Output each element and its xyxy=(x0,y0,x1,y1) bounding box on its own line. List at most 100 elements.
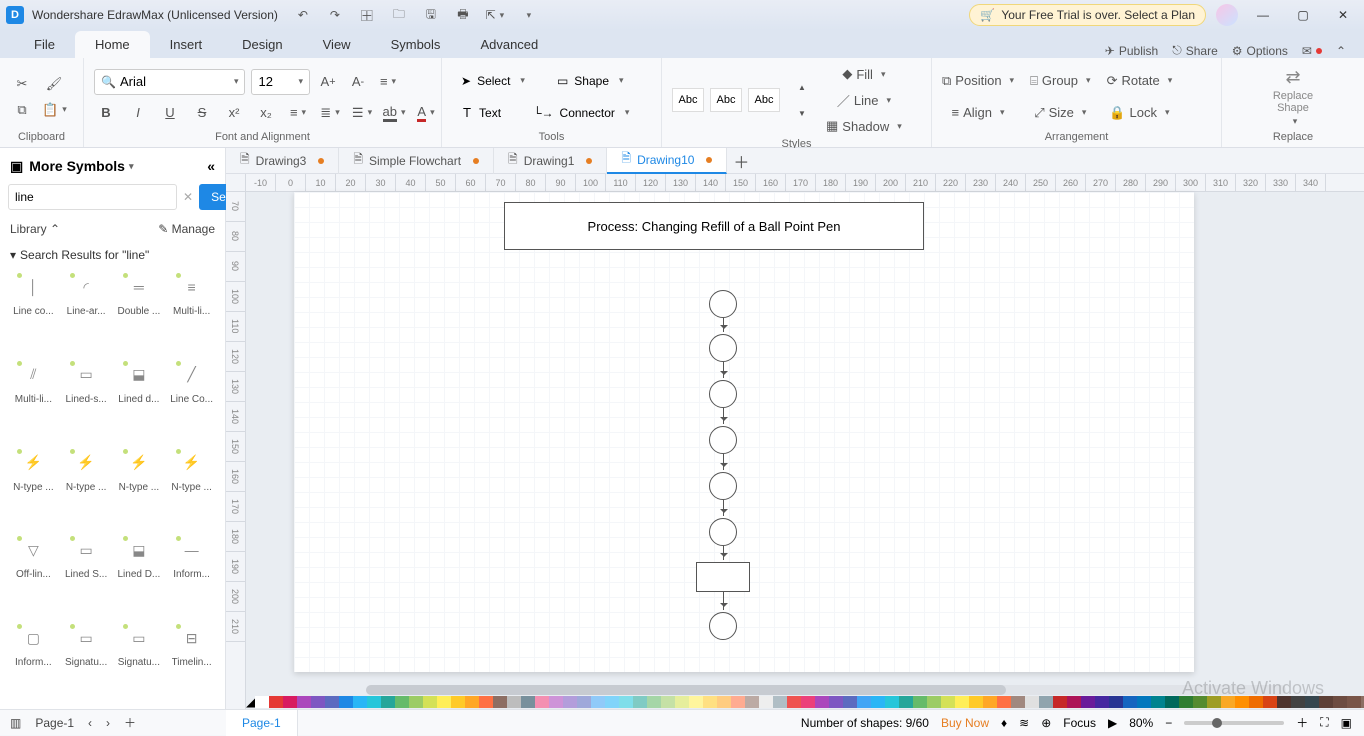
numbering-button[interactable]: ☰▾ xyxy=(350,101,374,125)
new-button[interactable]: ＋⃞ xyxy=(356,4,378,26)
color-swatch[interactable] xyxy=(535,696,549,708)
color-swatch[interactable] xyxy=(745,696,759,708)
flow-connector[interactable] xyxy=(723,592,724,610)
flow-node-4[interactable] xyxy=(709,426,737,454)
shape-item[interactable]: ▢Inform... xyxy=(8,621,59,705)
color-swatch[interactable] xyxy=(1053,696,1067,708)
flow-node-8[interactable] xyxy=(709,612,737,640)
cut-button[interactable]: ✂ xyxy=(10,72,34,96)
color-swatch[interactable] xyxy=(1319,696,1333,708)
paste-button[interactable]: 📋▾ xyxy=(42,98,67,122)
strikethrough-button[interactable]: S xyxy=(190,101,214,125)
color-swatch[interactable] xyxy=(1263,696,1277,708)
color-swatch[interactable] xyxy=(773,696,787,708)
subscript-button[interactable]: x₂ xyxy=(254,101,278,125)
shape-item[interactable]: ⚡N-type ... xyxy=(166,446,217,530)
color-swatch[interactable] xyxy=(759,696,773,708)
color-swatch[interactable] xyxy=(1193,696,1207,708)
shape-item[interactable]: ⫽Multi-li... xyxy=(8,358,59,442)
menu-tab-design[interactable]: Design xyxy=(222,31,302,58)
color-swatch[interactable] xyxy=(927,696,941,708)
color-swatch[interactable] xyxy=(437,696,451,708)
shape-item[interactable]: ≡Multi-li... xyxy=(166,270,217,354)
maximize-button[interactable]: ▢ xyxy=(1288,3,1318,27)
shape-item[interactable]: ▭Signatu... xyxy=(114,621,165,705)
color-swatch[interactable] xyxy=(507,696,521,708)
color-swatch[interactable] xyxy=(1067,696,1081,708)
color-swatch[interactable] xyxy=(1179,696,1193,708)
color-swatch[interactable] xyxy=(395,696,409,708)
color-swatch[interactable] xyxy=(605,696,619,708)
clear-search-button[interactable]: ✕ xyxy=(183,190,193,204)
color-swatch[interactable] xyxy=(689,696,703,708)
save-button[interactable]: 🖫 xyxy=(420,4,442,26)
color-swatch[interactable] xyxy=(885,696,899,708)
shape-item[interactable]: ⬓Lined D... xyxy=(114,533,165,617)
connector-tool[interactable]: └→Connector▾ xyxy=(524,99,638,127)
canvas[interactable]: -100102030405060708090100110120130140150… xyxy=(226,174,1364,709)
shape-item[interactable]: ⬓Lined d... xyxy=(114,358,165,442)
color-swatch[interactable] xyxy=(311,696,325,708)
doc-tab-drawing3[interactable]: 🗎Drawing3 xyxy=(226,148,339,174)
process-title-box[interactable]: Process: Changing Refill of a Ball Point… xyxy=(504,202,924,250)
color-swatch[interactable] xyxy=(717,696,731,708)
style-preset-3[interactable]: Abc xyxy=(748,88,780,112)
color-swatch[interactable] xyxy=(969,696,983,708)
focus-label[interactable]: Focus xyxy=(1063,716,1096,730)
align-text-button[interactable]: ≡▾ xyxy=(376,70,400,94)
color-swatch[interactable] xyxy=(983,696,997,708)
doc-tab-drawing1[interactable]: 🗎Drawing1 xyxy=(494,148,607,174)
scrollbar-thumb[interactable] xyxy=(366,685,1006,695)
color-swatch[interactable] xyxy=(1347,696,1361,708)
add-page-button[interactable]: ＋ xyxy=(124,714,136,731)
fullscreen-button[interactable]: ▣ xyxy=(1341,716,1352,730)
bold-button[interactable]: B xyxy=(94,101,118,125)
style-preset-1[interactable]: Abc xyxy=(672,88,704,112)
layers-icon[interactable]: ≋ xyxy=(1019,716,1029,730)
color-swatch[interactable] xyxy=(997,696,1011,708)
color-swatch[interactable] xyxy=(899,696,913,708)
publish-button[interactable]: ✈Publish xyxy=(1105,44,1158,58)
shape-item[interactable]: ⚡N-type ... xyxy=(114,446,165,530)
font-color-button[interactable]: A▾ xyxy=(414,101,438,125)
flow-node-1[interactable] xyxy=(709,290,737,318)
replace-shape-button[interactable]: ⇄ Replace Shape ▾ xyxy=(1273,67,1313,127)
close-button[interactable]: ✕ xyxy=(1328,3,1358,27)
share-button[interactable]: ⎋Share xyxy=(1172,43,1218,58)
flow-node-2[interactable] xyxy=(709,334,737,362)
page-tab-1[interactable]: Page-1 xyxy=(226,710,298,736)
eyedropper-icon[interactable]: ◢ xyxy=(246,695,255,709)
align-button[interactable]: ≡Align▾ xyxy=(942,101,1014,125)
color-swatch[interactable] xyxy=(325,696,339,708)
zoom-out-button[interactable]: − xyxy=(1165,716,1172,730)
print-button[interactable]: 🖶 xyxy=(452,4,474,26)
select-tool[interactable]: ➤Select▾ xyxy=(452,67,534,95)
copy-button[interactable]: ⧉ xyxy=(10,98,34,122)
menu-tab-view[interactable]: View xyxy=(303,31,371,58)
zoom-thumb[interactable] xyxy=(1212,718,1222,728)
flow-node-6[interactable] xyxy=(709,518,737,546)
flow-connector[interactable] xyxy=(723,408,724,424)
color-swatch[interactable] xyxy=(1123,696,1137,708)
color-swatch[interactable] xyxy=(423,696,437,708)
shape-item[interactable]: │Line co... xyxy=(8,270,59,354)
color-swatch[interactable] xyxy=(857,696,871,708)
lock-button[interactable]: 🔒Lock▾ xyxy=(1107,101,1173,125)
open-button[interactable]: 🗀 xyxy=(388,4,410,26)
color-swatch[interactable] xyxy=(1249,696,1263,708)
color-swatch[interactable] xyxy=(1109,696,1123,708)
symbols-dropdown[interactable]: ▾ xyxy=(129,161,134,172)
notifications-button[interactable]: ✉ xyxy=(1302,44,1322,58)
flow-node-7-rect[interactable] xyxy=(696,562,750,592)
style-preset-2[interactable]: Abc xyxy=(710,88,742,112)
color-swatch[interactable] xyxy=(619,696,633,708)
shape-item[interactable]: ▭Lined-s... xyxy=(61,358,112,442)
shadow-button[interactable]: ▦Shadow▾ xyxy=(826,114,902,138)
rotate-button[interactable]: ⟳Rotate▾ xyxy=(1107,69,1173,93)
color-swatch[interactable] xyxy=(1039,696,1053,708)
fit-page-button[interactable]: ⛶ xyxy=(1320,715,1328,730)
target-icon[interactable]: ⊕ xyxy=(1041,716,1051,730)
color-swatch[interactable] xyxy=(521,696,535,708)
menu-tab-symbols[interactable]: Symbols xyxy=(371,31,461,58)
library-button[interactable]: Library ⌃ xyxy=(10,222,60,236)
